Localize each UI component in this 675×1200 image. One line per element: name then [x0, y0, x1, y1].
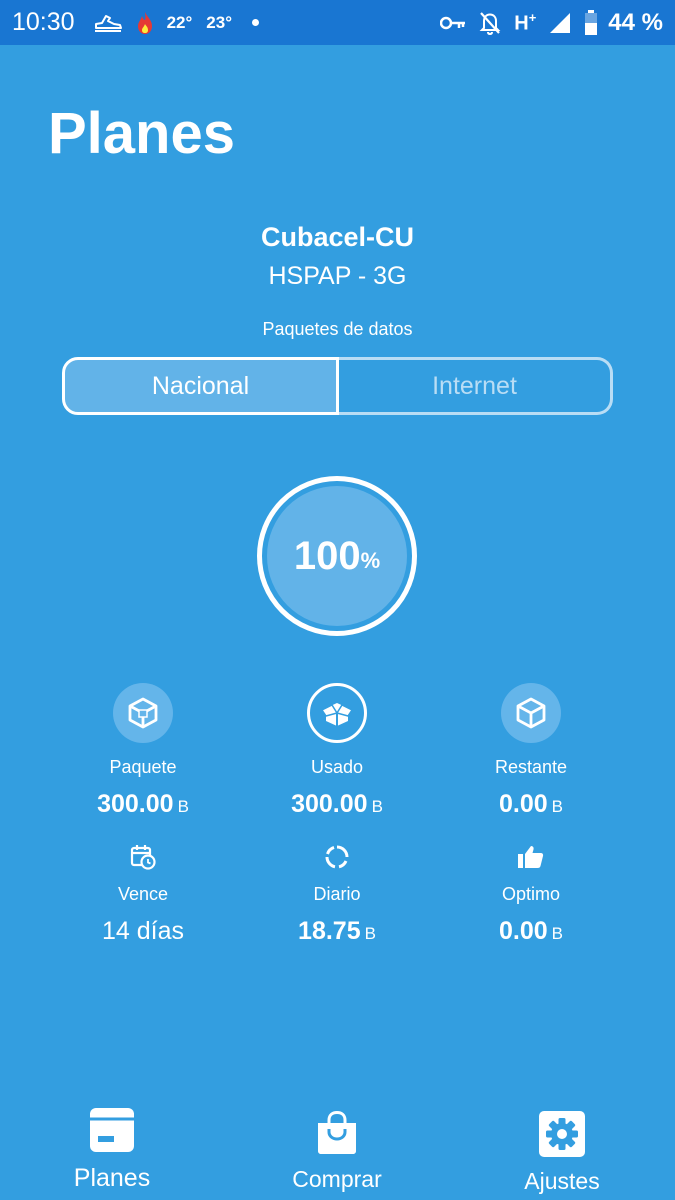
progress-circle-icon	[317, 842, 357, 872]
sneaker-icon	[93, 12, 123, 34]
notifications-off-icon	[478, 10, 502, 36]
notification-dot-icon	[252, 19, 259, 26]
status-temp-2: 23°	[206, 12, 232, 32]
stat-daily-value: 18.75 B	[298, 917, 376, 945]
stat-package-value: 300.00 B	[97, 790, 189, 818]
tab-nacional[interactable]: Nacional	[62, 357, 339, 415]
shopping-bag-icon	[316, 1110, 358, 1160]
status-bar-right: H+ 44 %	[428, 9, 663, 37]
nav-label-ajustes: Ajustes	[524, 1168, 600, 1194]
battery-icon	[584, 9, 598, 36]
stat-remaining: Restante 0.00 B	[431, 683, 631, 819]
calendar-clock-icon	[123, 842, 163, 872]
page-title: Planes	[48, 101, 235, 166]
stat-expires-value: 14 días	[101, 917, 184, 945]
usage-percent: 100	[293, 533, 361, 578]
battery-level: 44 %	[608, 8, 663, 36]
nav-label-planes: Planes	[73, 1164, 151, 1192]
stat-optimal: Optimo 0.00 B	[431, 842, 631, 946]
network-type-indicator: H+	[514, 9, 537, 35]
stat-used-label: Usado	[310, 757, 364, 777]
stat-optimal-label: Optimo	[501, 884, 561, 904]
package-box-icon	[113, 683, 173, 743]
bottom-navigation: Planes Comprar Ajustes	[0, 1095, 675, 1200]
stat-package-label: Paquete	[109, 757, 177, 777]
tab-internet[interactable]: Internet	[339, 357, 613, 415]
plans-icon	[88, 1107, 136, 1158]
vpn-key-icon	[440, 15, 466, 31]
stat-used-value: 300.00 B	[291, 790, 383, 818]
flame-icon	[135, 11, 155, 35]
nav-item-comprar[interactable]: Comprar	[257, 1110, 417, 1193]
nav-item-ajustes[interactable]: Ajustes	[482, 1111, 642, 1195]
nav-label-comprar: Comprar	[292, 1166, 382, 1192]
stat-package: Paquete 300.00 B	[43, 683, 243, 819]
stat-expires-label: Vence	[117, 884, 169, 904]
stat-optimal-value: 0.00 B	[498, 917, 563, 945]
status-temp-1: 22°	[166, 12, 193, 32]
package-type-selector: Nacional Internet	[62, 357, 613, 415]
usage-ring-inner: 100 %	[267, 486, 407, 626]
stat-daily: Diario 18.75 B	[237, 842, 437, 946]
stat-remaining-value: 0.00 B	[498, 790, 563, 818]
stat-remaining-label: Restante	[494, 757, 568, 777]
gear-icon	[539, 1111, 585, 1162]
signal-icon	[548, 11, 572, 35]
stat-expires: Vence 14 días	[43, 842, 243, 946]
status-bar: 10:30 22° 23° H+ 44 %	[0, 0, 675, 45]
network-type: HSPAP - 3G	[268, 262, 407, 290]
status-time: 10:30	[12, 8, 75, 36]
usage-ring: 100 %	[257, 476, 417, 636]
stat-used: Usado 300.00 B	[237, 683, 437, 819]
open-box-icon	[307, 683, 367, 743]
nav-item-planes[interactable]: Planes	[32, 1107, 192, 1193]
network-name: Cubacel-CU	[260, 222, 415, 252]
stat-daily-label: Diario	[313, 884, 361, 904]
thumbs-up-icon	[511, 842, 551, 872]
packages-label: Paquetes de datos	[262, 319, 413, 339]
usage-percent-unit: %	[360, 548, 381, 573]
box-icon	[501, 683, 561, 743]
